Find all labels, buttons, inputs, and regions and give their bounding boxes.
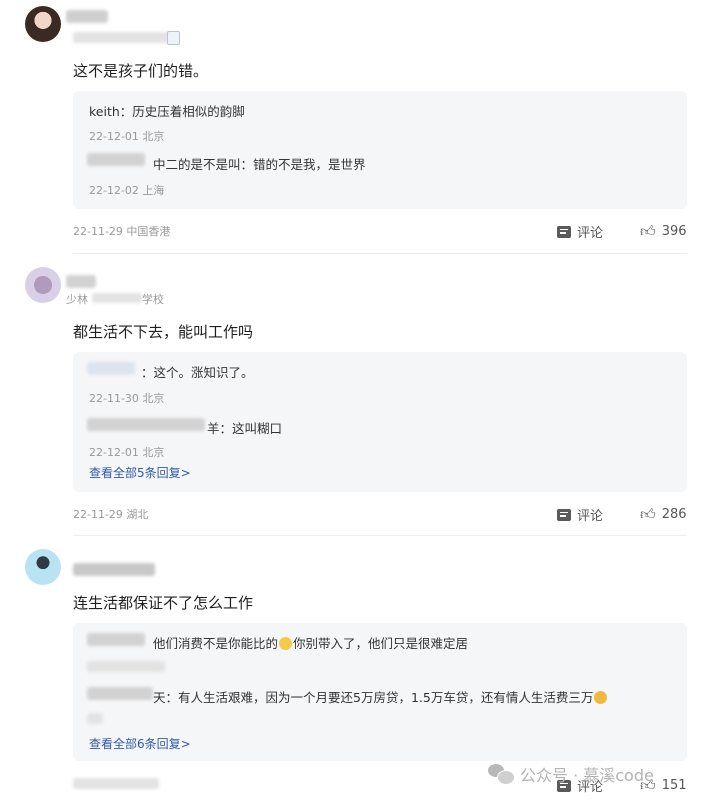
user-subtitle-redacted [92,293,142,303]
reply-author-redacted[interactable] [87,153,145,166]
badge-icon [167,31,180,45]
reply-meta: 22-12-01 北京 [89,446,165,459]
reply-meta: 22-11-30 北京 [89,392,165,405]
comment-icon [557,508,571,521]
reply-button[interactable]: 评论 [557,505,603,524]
comment-text: 都生活不下去，能叫工作吗 [73,323,254,341]
crying-emoji-icon [594,691,608,704]
grin-emoji-icon [279,637,293,650]
reply-item[interactable]: 羊：这叫糊口 [207,418,282,437]
reply-author[interactable]: keith [89,104,120,119]
reply-author-redacted[interactable] [87,418,205,431]
reply-content: ：历史压着相似的韵脚 [119,104,245,119]
like-count: 286 [661,507,687,522]
thumbs-up-icon: 👍︎ [640,222,656,240]
username-redacted[interactable] [73,563,155,576]
comment-text: 连生活都保证不了怎么工作 [73,594,254,612]
reply-item[interactable]: 他们消费不是你能比的 你别带入了，他们只是很难定居 [153,633,468,652]
reply-content: ：这个。涨知识了。 [141,365,254,380]
like-count: 396 [661,224,687,239]
reply-content: 他们消费不是你能比的 [153,636,279,651]
divider [73,535,687,536]
reply-meta-redacted [87,661,165,672]
username-redacted[interactable] [66,275,96,288]
divider [73,253,687,254]
user-avatar[interactable] [25,6,61,42]
wechat-icon [488,764,515,785]
user-avatar[interactable] [25,267,61,303]
reply-label: 评论 [577,226,604,241]
user-subtitle-redacted [73,32,173,43]
reply-content: 中二的是不是叫：错的不是我，是世界 [153,157,366,172]
like-button[interactable]: 👍︎ 286 [640,505,687,524]
reply-item[interactable]: 天：有人生活艰难，因为一个月要还5万房贷，1.5万车贷，还有情人生活费三万 [153,687,608,706]
comment-meta: 22-11-29 中国香港 [73,225,171,238]
watermark-text: 公众号 · 慕溪code [520,766,654,785]
view-all-replies-link[interactable]: 查看全部5条回复> [89,464,191,481]
reply-content: ：有人生活艰难，因为一个月要还5万房贷，1.5万车贷，还有情人生活费三万 [165,690,594,705]
comment-meta: 22-11-29 湖北 [73,508,149,521]
reply-author-redacted[interactable] [87,687,153,700]
reply-content: 你别带入了，他们只是很难定居 [293,636,469,651]
reply-content: 羊：这叫糊口 [207,421,283,436]
reply-item[interactable]: ：这个。涨知识了。 [141,362,254,381]
username-redacted[interactable] [66,10,108,23]
user-subtitle: 少林 [66,291,88,307]
comment-meta-redacted [73,778,159,789]
reply-meta: 22-12-02 上海 [89,184,165,197]
reply-item[interactable]: keith：历史压着相似的韵脚 [89,101,245,120]
user-avatar[interactable] [25,549,61,585]
reply-author-redacted[interactable] [87,633,145,646]
reply-label: 评论 [577,509,604,524]
user-subtitle-part: 学校 [142,293,164,306]
reply-author-redacted[interactable] [87,362,135,375]
comment-icon [557,225,571,238]
reply-meta: 22-12-01 北京 [89,130,165,143]
reply-meta-redacted [87,713,103,724]
reply-list: 他们消费不是你能比的 你别带入了，他们只是很难定居 天：有人生活艰难，因为一个月要… [73,623,687,761]
thumbs-up-icon: 👍︎ [640,505,656,523]
comment-text: 这不是孩子们的错。 [73,62,209,80]
reply-button[interactable]: 评论 [557,222,603,241]
user-subtitle-part: 少林 [66,293,88,306]
reply-list: keith：历史压着相似的韵脚 22-12-01 北京 中二的是不是叫：错的不是… [73,91,687,209]
like-button[interactable]: 👍︎ 396 [640,222,687,241]
reply-author[interactable]: 天 [153,690,166,705]
like-count: 151 [661,778,687,793]
watermark: 公众号 · 慕溪code [488,762,654,786]
view-all-replies-link[interactable]: 查看全部6条回复> [89,735,191,752]
reply-list: ：这个。涨知识了。 22-11-30 北京 羊：这叫糊口 22-12-01 北京… [73,352,687,492]
reply-item[interactable]: 中二的是不是叫：错的不是我，是世界 [153,154,366,173]
